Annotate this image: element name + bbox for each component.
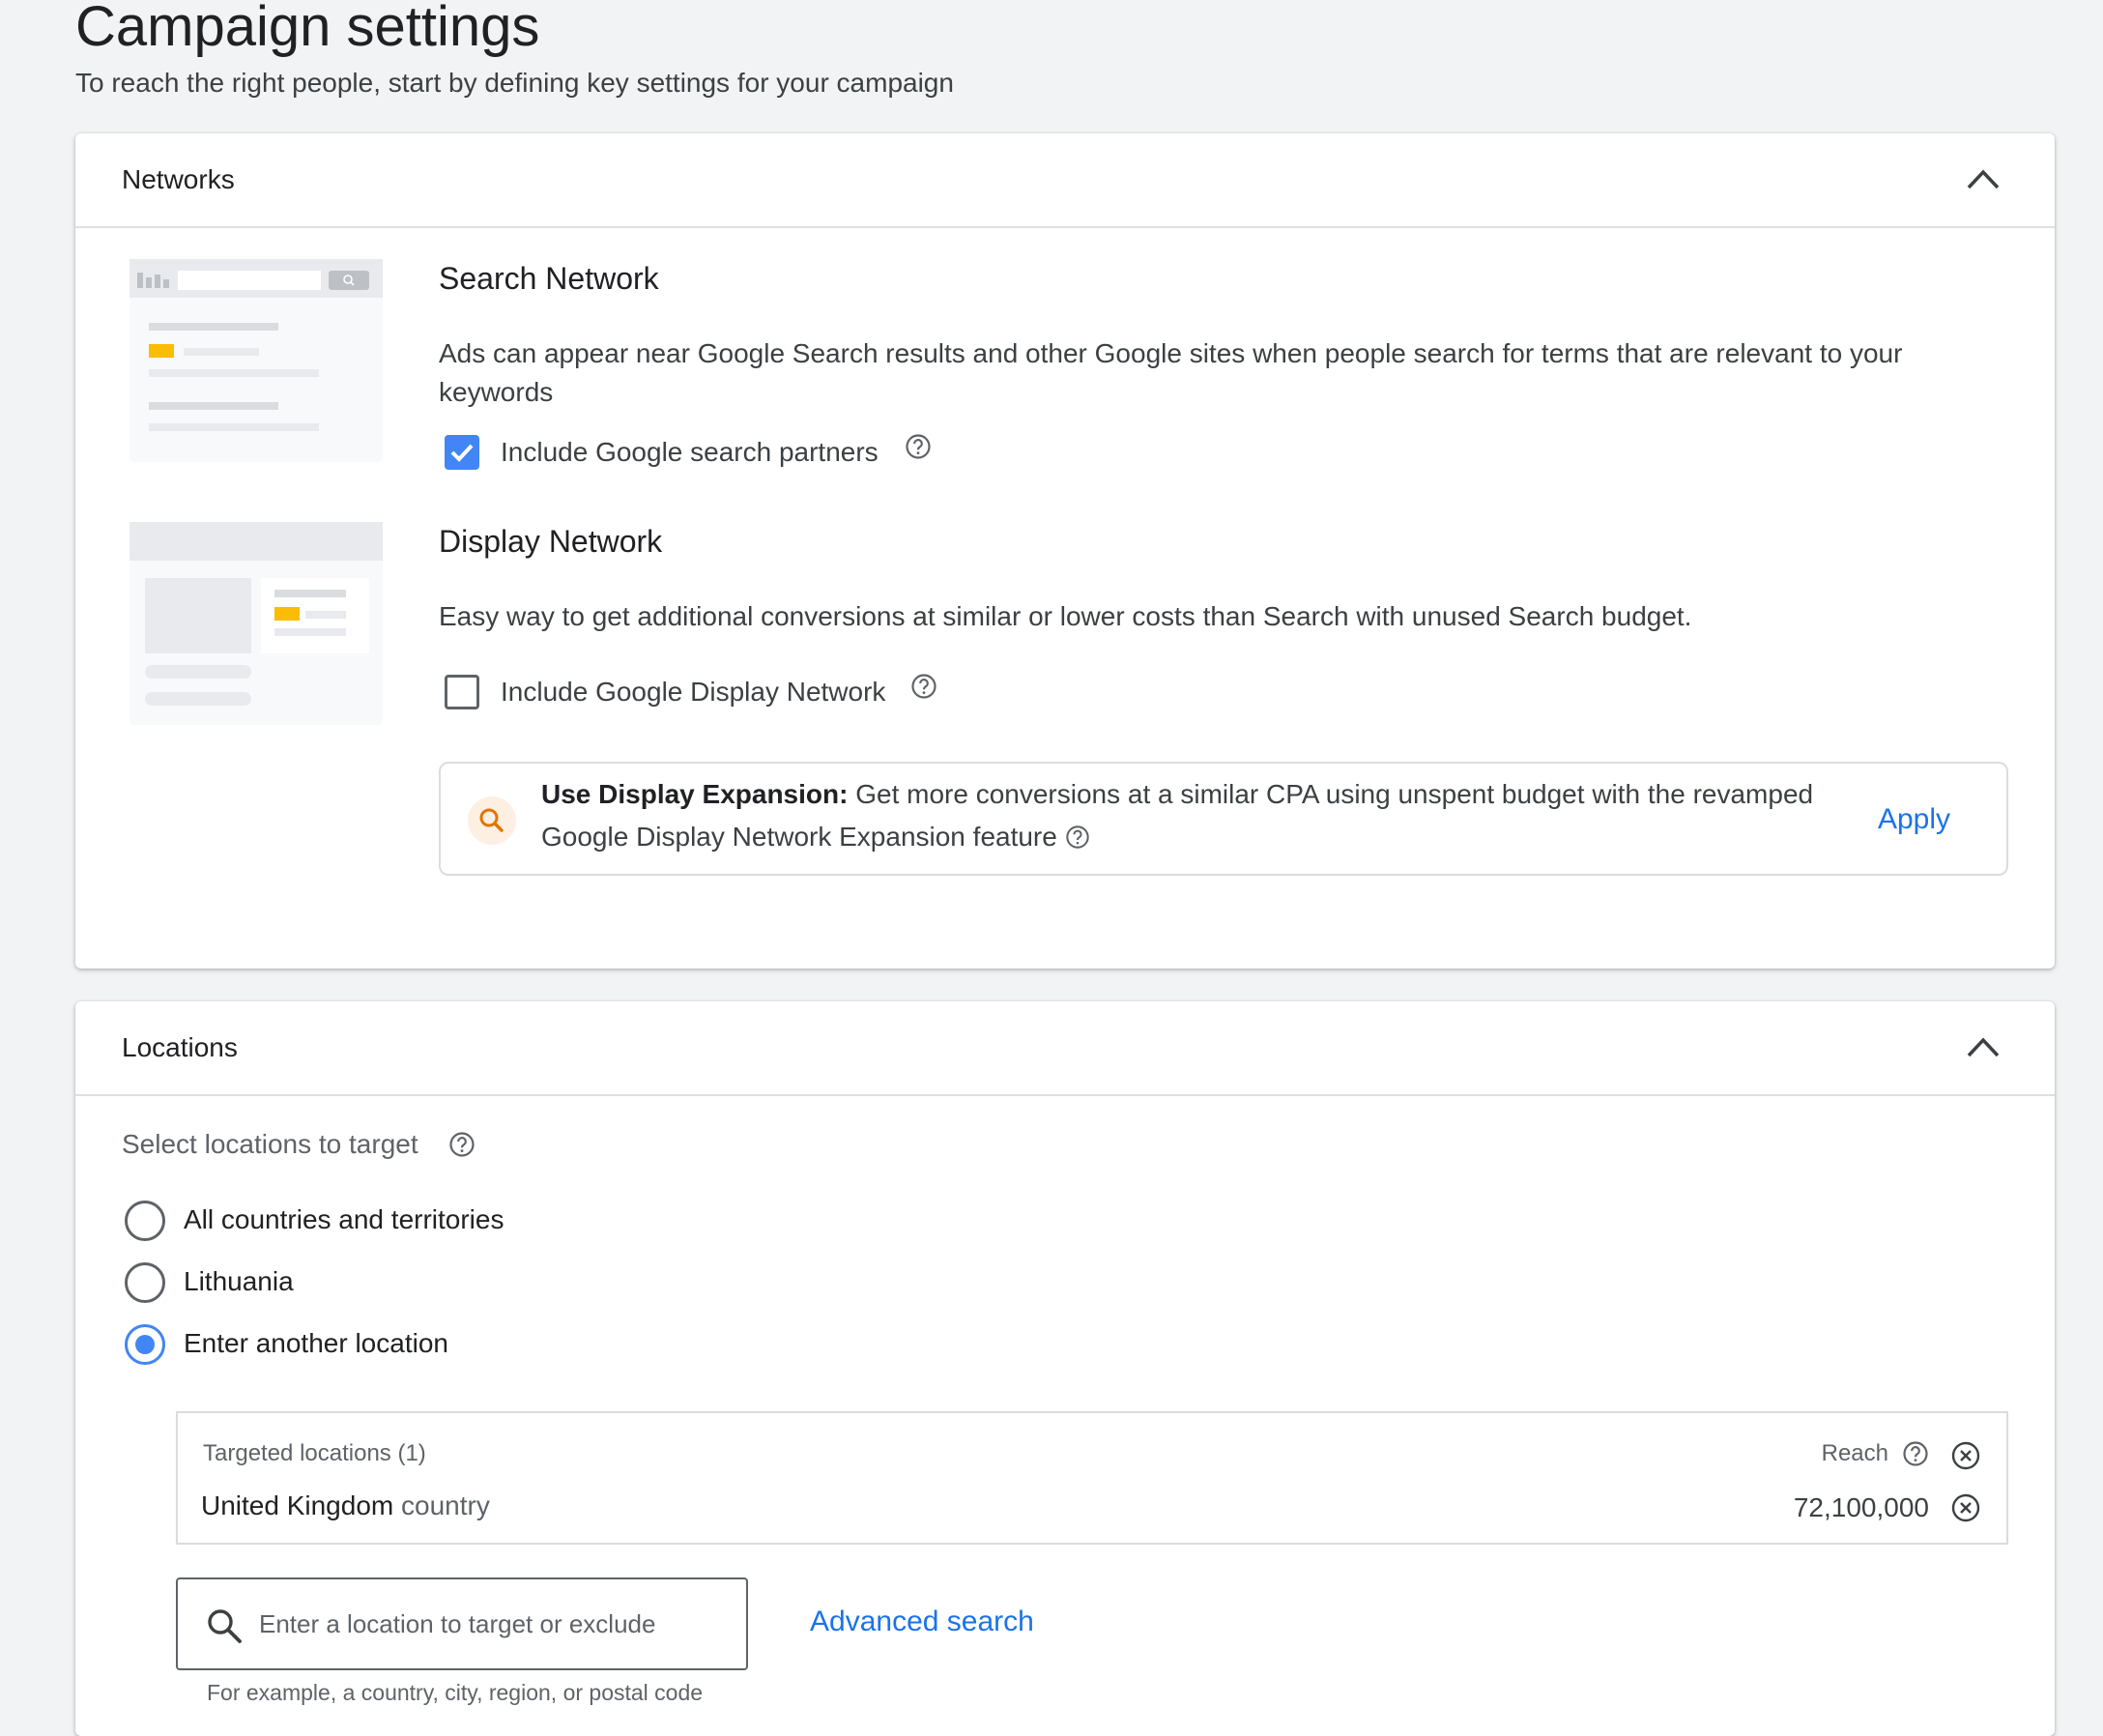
locations-header-title: Locations [122, 1032, 238, 1062]
targeted-locations-box: Targeted locations (1) Reach United King… [176, 1411, 2008, 1545]
radio-lithuania[interactable] [125, 1262, 165, 1303]
page-subtitle: To reach the right people, start by defi… [75, 68, 954, 98]
search-network-description: Ads can appear near Google Search result… [439, 338, 1903, 407]
chevron-up-icon[interactable] [1966, 166, 2001, 191]
chevron-up-icon[interactable] [1966, 1034, 2001, 1059]
search-partners-label[interactable]: Include Google search partners [501, 435, 879, 470]
networks-card: Networks Search Network Ads can appear n… [75, 133, 2055, 969]
display-network-checkbox[interactable] [445, 675, 479, 709]
expansion-text: Use Display Expansion: Get more conversi… [541, 773, 1836, 858]
location-search-input[interactable] [259, 1603, 733, 1645]
locations-card: Locations Select locations to target All… [75, 1001, 2055, 1736]
help-icon[interactable] [1902, 1440, 1929, 1467]
locations-prompt: Select locations to target [122, 1129, 418, 1159]
search-icon [479, 808, 504, 832]
targeted-location-row: United Kingdom country [201, 1489, 490, 1523]
radio-all-countries[interactable] [125, 1201, 165, 1241]
radio-another-location[interactable] [125, 1324, 165, 1365]
display-network-title: Display Network [439, 524, 663, 559]
location-search-field[interactable] [176, 1577, 748, 1670]
targeted-locations-header: Targeted locations (1) [203, 1440, 426, 1466]
remove-all-icon[interactable] [1950, 1440, 1981, 1471]
search-partners-checkbox[interactable] [445, 435, 479, 470]
display-network-description: Easy way to get additional conversions a… [439, 601, 1692, 631]
reach-header: Reach [1821, 1440, 1888, 1466]
search-network-title: Search Network [439, 261, 659, 296]
location-name: United Kingdom [201, 1490, 394, 1520]
display-expansion-recommendation: Use Display Expansion: Get more conversi… [439, 762, 2008, 876]
expansion-bold-label: Use Display Expansion: [541, 779, 849, 809]
location-type: country [401, 1490, 490, 1520]
radio-label-another-location[interactable]: Enter another location [184, 1326, 448, 1361]
search-icon [208, 1609, 242, 1643]
display-network-label[interactable]: Include Google Display Network [501, 675, 885, 709]
help-icon[interactable] [910, 673, 937, 700]
checkmark-icon [450, 444, 474, 462]
help-icon[interactable] [905, 433, 932, 460]
radio-label-lithuania[interactable]: Lithuania [184, 1264, 294, 1299]
help-icon[interactable] [1065, 825, 1090, 850]
location-search-hint: For example, a country, city, region, or… [207, 1680, 704, 1705]
recommendation-icon-badge [468, 796, 516, 845]
display-ads-illustration-icon [130, 522, 383, 706]
page-title: Campaign settings [75, 0, 540, 58]
advanced-search-link[interactable]: Advanced search [810, 1603, 1034, 1641]
display-network-illustration [130, 522, 383, 725]
help-icon[interactable] [448, 1131, 475, 1158]
remove-location-icon[interactable] [1950, 1492, 1981, 1523]
networks-header-title: Networks [122, 164, 235, 194]
locations-card-header[interactable]: Locations [75, 1001, 2055, 1096]
location-reach-value: 72,100,000 [1793, 1492, 1929, 1522]
search-results-illustration-icon [130, 259, 383, 431]
radio-label-all-countries[interactable]: All countries and territories [184, 1202, 504, 1237]
search-network-illustration [130, 259, 383, 462]
apply-button[interactable]: Apply [1878, 800, 1950, 839]
networks-card-header[interactable]: Networks [75, 133, 2055, 228]
